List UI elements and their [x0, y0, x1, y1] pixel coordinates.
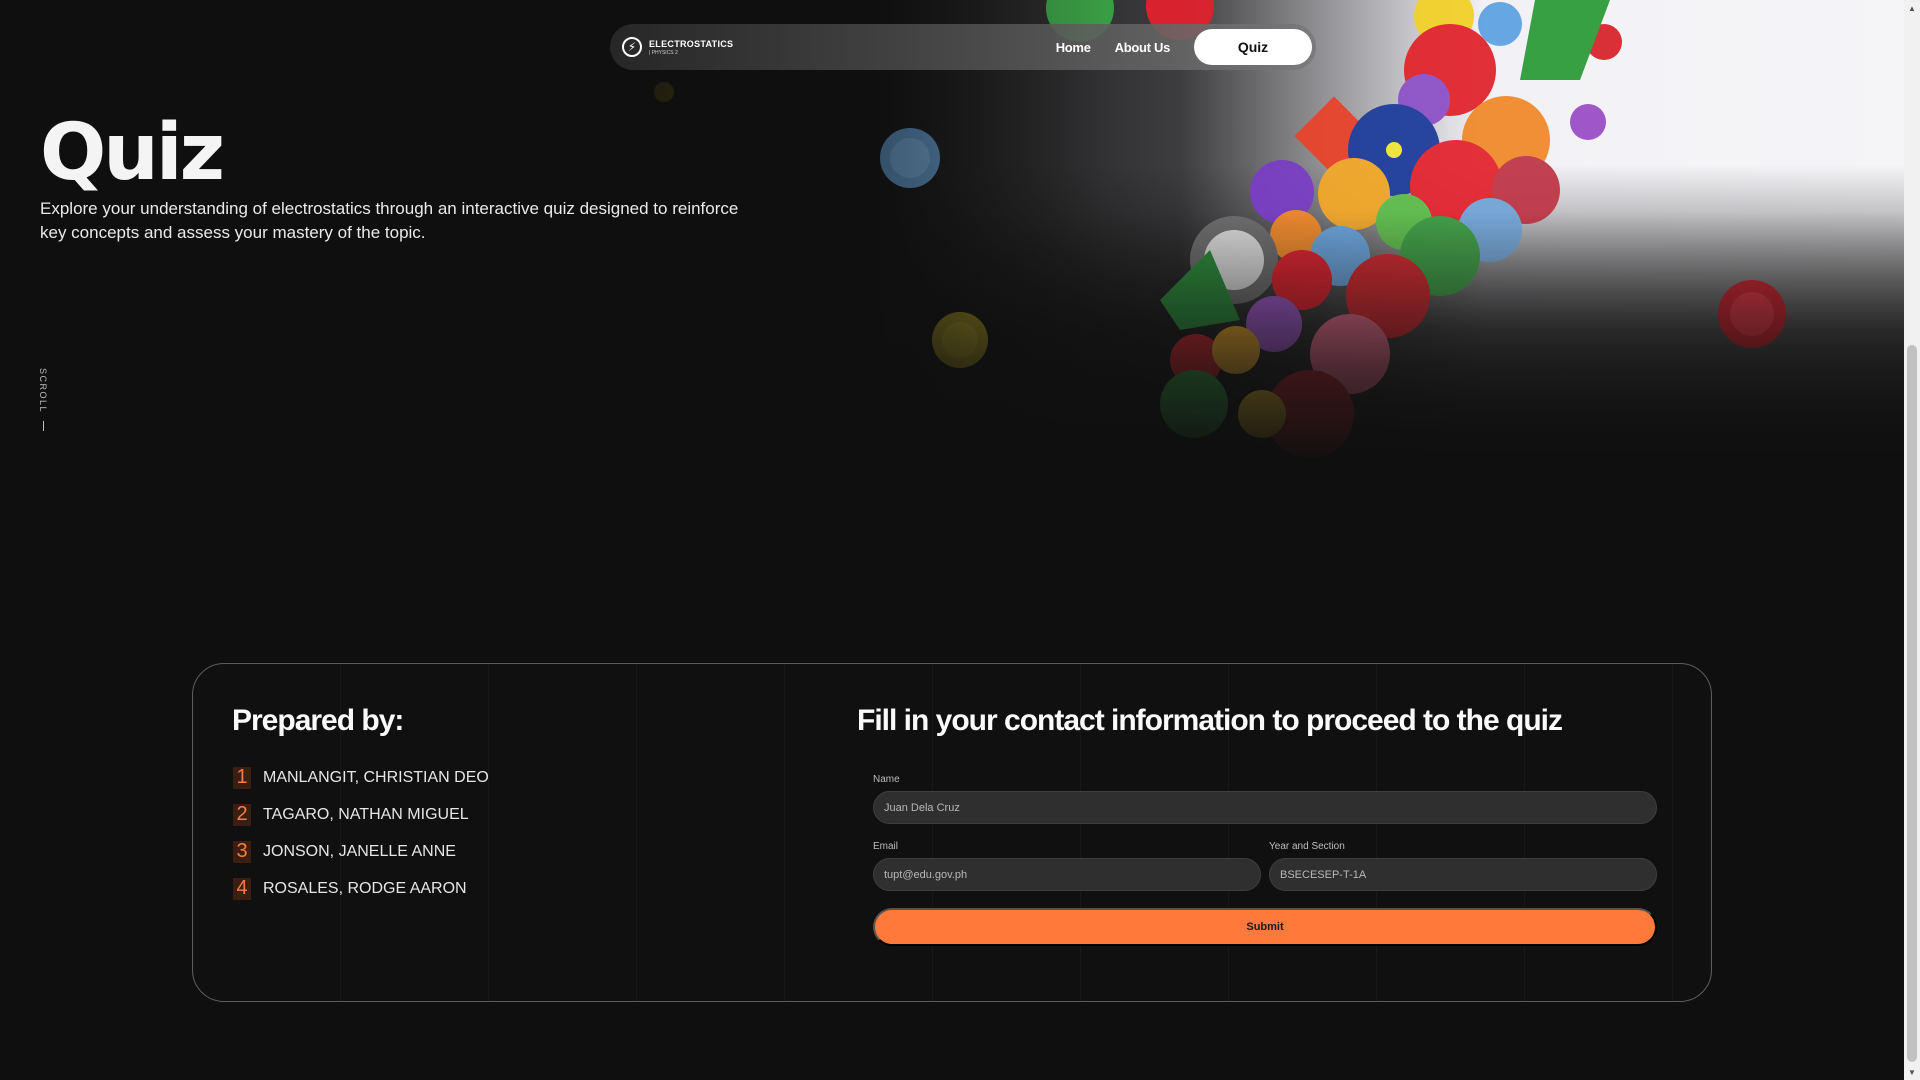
- member-name: TAGARO, NATHAN MIGUEL: [263, 805, 469, 823]
- page-scrollbar[interactable]: ▲ ▼: [1904, 0, 1920, 1080]
- brand-text: ELECTROSTATICS | PHYSICS 2: [649, 39, 733, 56]
- list-item: 3 JONSON, JANELLE ANNE: [233, 833, 489, 870]
- lightning-bolt-icon: ⚡: [622, 37, 642, 57]
- email-input[interactable]: tupt@edu.gov.ph: [873, 858, 1261, 891]
- arrow-up-icon[interactable]: ▲: [1904, 0, 1920, 16]
- member-name: MANLANGIT, CHRISTIAN DEO: [263, 768, 489, 786]
- member-number: 2: [233, 803, 251, 826]
- prepared-by-heading: Prepared by:: [232, 704, 404, 737]
- brand-subtitle: | PHYSICS 2: [649, 49, 678, 56]
- brand-title: ELECTROSTATICS: [649, 38, 734, 49]
- nav-quiz-button[interactable]: Quiz: [1194, 29, 1312, 65]
- member-number: 3: [233, 840, 251, 863]
- quiz-entry-card: Prepared by: 1 MANLANGIT, CHRISTIAN DEO …: [192, 663, 1712, 1002]
- scroll-label: SCROLL: [38, 368, 48, 414]
- arrow-down-icon[interactable]: ▼: [1904, 1064, 1920, 1080]
- brand-logo[interactable]: ⚡ ELECTROSTATICS | PHYSICS 2: [622, 37, 733, 57]
- year-section-label: Year and Section: [1269, 841, 1345, 852]
- scroll-line: [42, 421, 44, 432]
- nav-links: Home About Us Quiz: [1056, 29, 1312, 65]
- name-label: Name: [873, 774, 900, 785]
- member-name: ROSALES, RODGE AARON: [263, 879, 467, 897]
- nav-link-about-us[interactable]: About Us: [1115, 40, 1171, 55]
- member-name: JONSON, JANELLE ANNE: [263, 842, 456, 860]
- form-heading: Fill in your contact information to proc…: [857, 704, 1563, 737]
- scrollbar-thumb[interactable]: [1907, 345, 1917, 1062]
- email-label: Email: [873, 841, 899, 852]
- members-list: 1 MANLANGIT, CHRISTIAN DEO 2 TAGARO, NAT…: [233, 759, 489, 907]
- member-number: 1: [233, 766, 251, 789]
- list-item: 1 MANLANGIT, CHRISTIAN DEO: [233, 759, 489, 796]
- name-input[interactable]: Juan Dela Cruz: [873, 791, 1657, 824]
- navbar: ⚡ ELECTROSTATICS | PHYSICS 2 Home About …: [610, 24, 1316, 70]
- list-item: 2 TAGARO, NATHAN MIGUEL: [233, 796, 489, 833]
- nav-link-home[interactable]: Home: [1056, 40, 1091, 55]
- scroll-indicator: SCROLL: [38, 368, 48, 432]
- hero-description: Explore your understanding of electrosta…: [40, 199, 739, 242]
- page-title: Quiz: [40, 108, 225, 198]
- submit-button[interactable]: Submit: [873, 908, 1657, 946]
- member-number: 4: [233, 877, 251, 900]
- year-section-input[interactable]: BSECESEP-T-1A: [1269, 858, 1657, 891]
- list-item: 4 ROSALES, RODGE AARON: [233, 870, 489, 907]
